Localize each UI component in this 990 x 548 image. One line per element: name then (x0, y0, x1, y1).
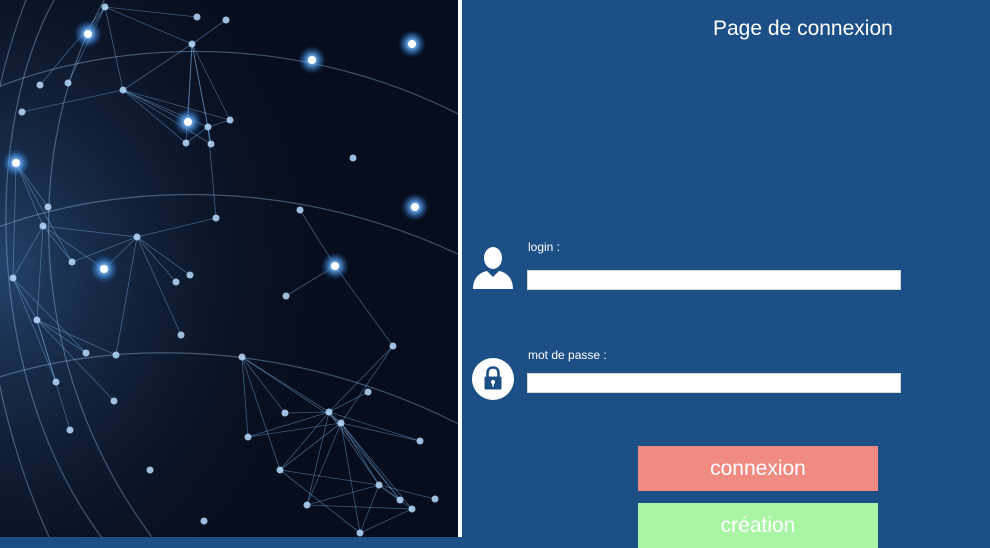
user-icon (473, 247, 513, 289)
network-globe-image (0, 0, 458, 537)
password-input[interactable] (527, 373, 901, 393)
login-input[interactable] (527, 270, 901, 290)
password-label: mot de passe : (528, 348, 607, 362)
lock-icon (472, 358, 514, 400)
page-title: Page de connexion (713, 17, 893, 40)
connexion-button[interactable]: connexion (638, 446, 878, 491)
login-label: login : (528, 240, 561, 254)
network-globe-graphic (0, 0, 458, 537)
creation-button[interactable]: création (638, 503, 878, 548)
